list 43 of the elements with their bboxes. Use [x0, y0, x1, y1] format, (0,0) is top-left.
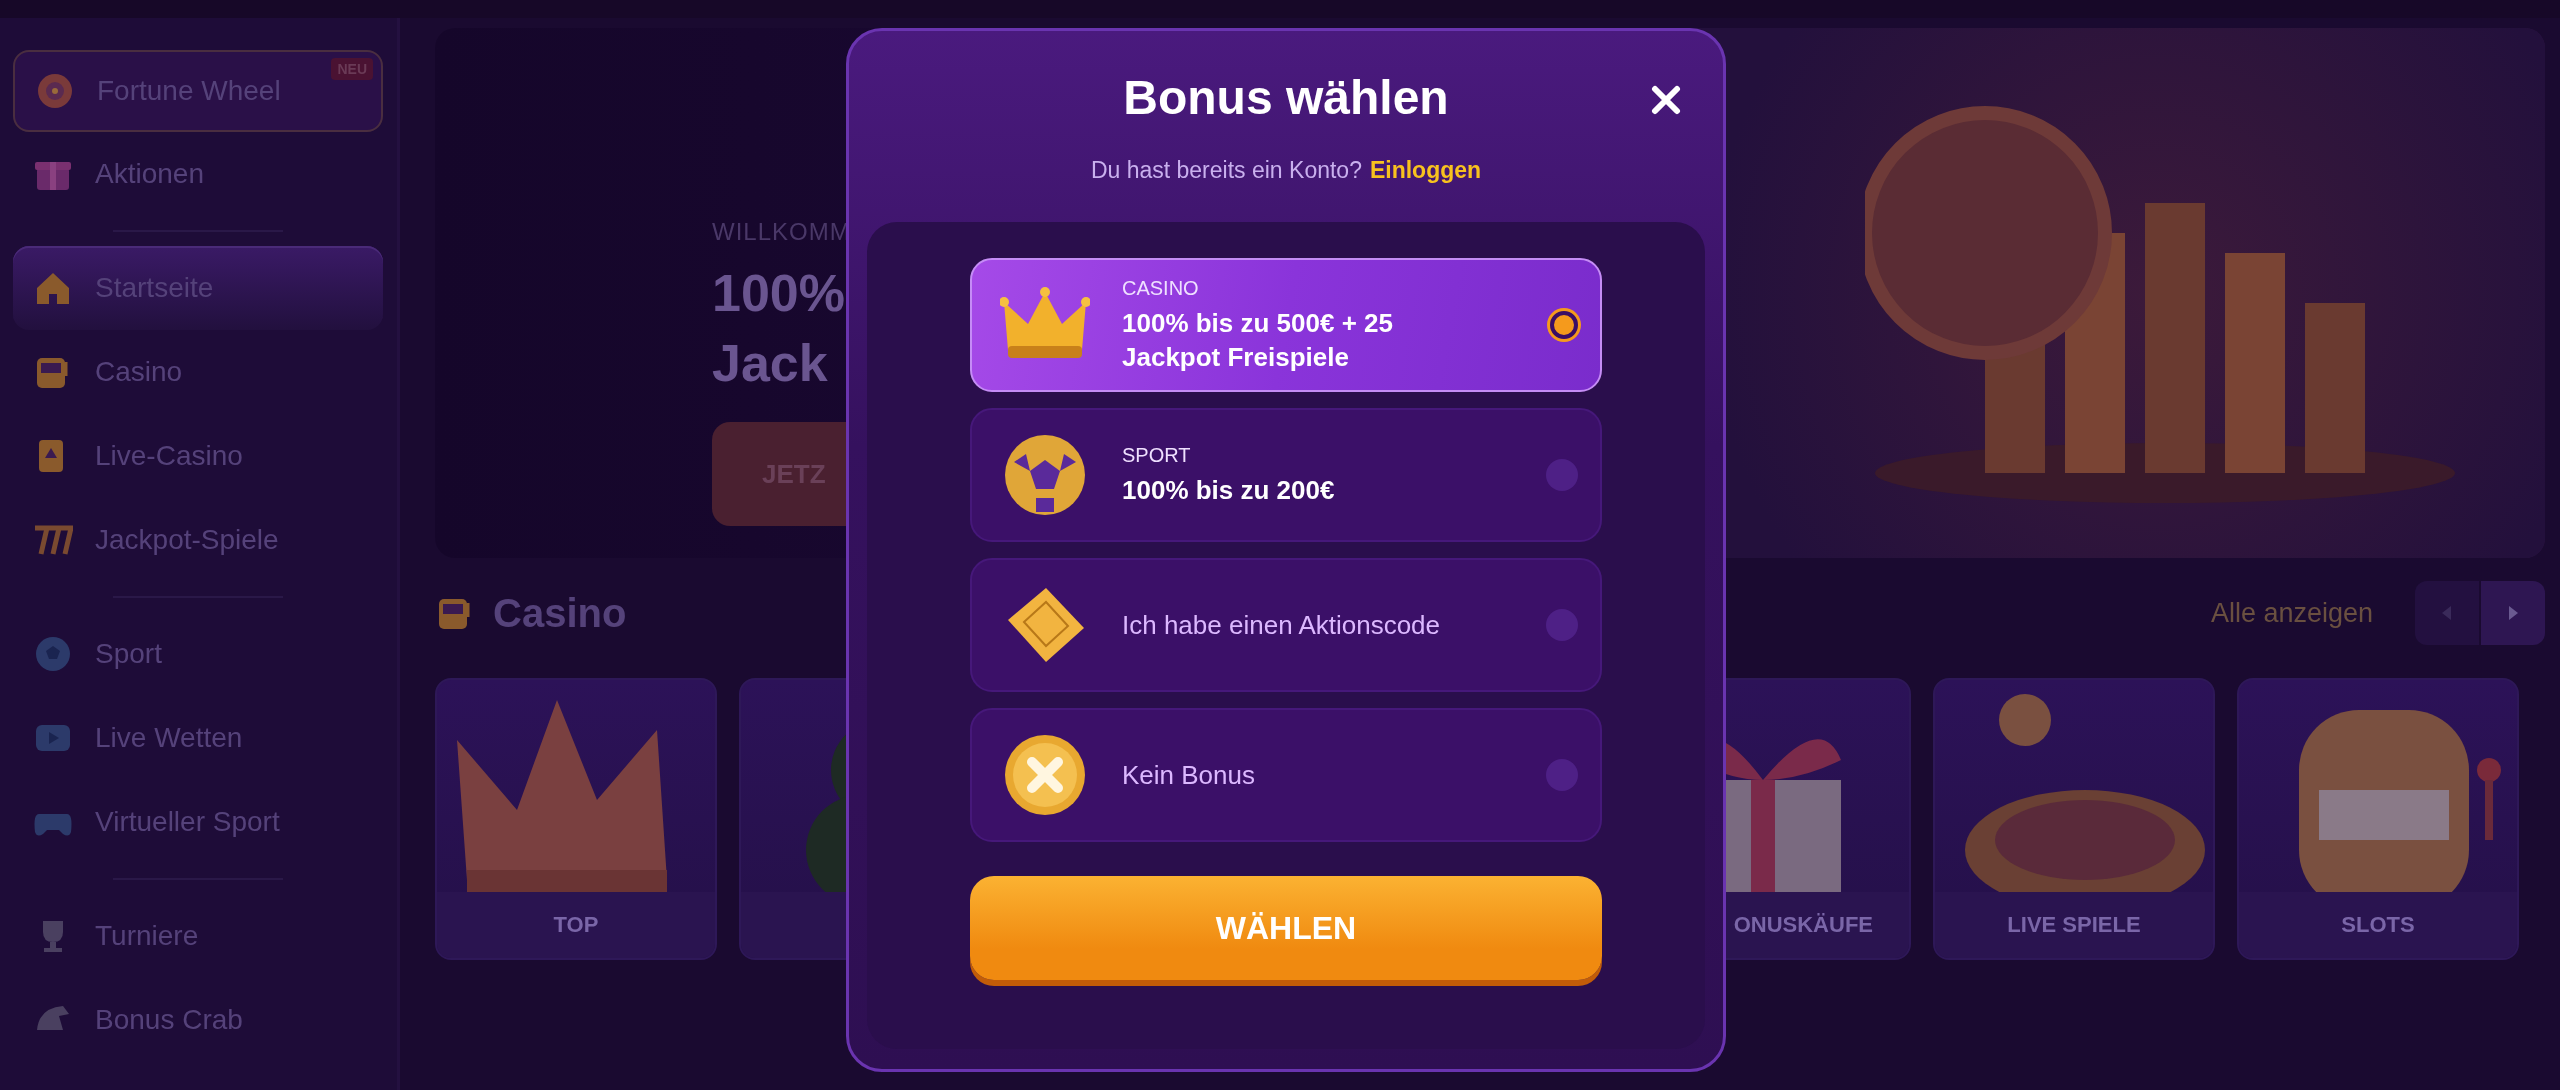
dialog-title: Bonus wählen [1123, 70, 1449, 126]
sidebar-item[interactable]: Casino [13, 330, 383, 414]
option-category: SPORT [1122, 443, 1192, 467]
sidebar-item[interactable]: Virtueller Sport [13, 780, 383, 864]
option-label: 100% bis zu 500€ + 25 Jackpot Freispiele [1122, 306, 1394, 374]
game-card[interactable]: SLOTS [2237, 678, 2519, 960]
show-all-link[interactable]: Alle anzeigen [2210, 597, 2373, 629]
hero-eyebrow: WILLKOMM [712, 218, 851, 246]
close-button[interactable] [1649, 83, 1683, 117]
radio-button[interactable] [1546, 609, 1578, 641]
hero-headline: 100% [712, 263, 845, 324]
ball-icon [33, 634, 73, 674]
radio-button[interactable] [1550, 311, 1578, 339]
sidebar-item[interactable]: Turniere [13, 894, 383, 978]
option-label: 100% bis zu 200€ [1122, 473, 1336, 507]
bonus-option[interactable]: Ich habe einen Aktionscode [970, 558, 1602, 692]
next-button[interactable] [2481, 581, 2545, 645]
game-card[interactable]: TOP [435, 678, 717, 960]
card-label: TOP [553, 912, 599, 938]
bonus-option[interactable]: SPORT 100% bis zu 200€ [970, 408, 1602, 542]
close-icon [1651, 85, 1681, 115]
option-label: Ich habe einen Aktionscode [1122, 609, 1442, 642]
wheel-icon [35, 71, 75, 111]
game-card[interactable]: LIVE SPIELE [1933, 678, 2215, 960]
hero-headline: Jack [712, 333, 828, 394]
option-label: Kein Bonus [1122, 759, 1256, 792]
sidebar-item[interactable]: Sport [13, 612, 383, 696]
sidebar-item[interactable]: Jackpot-Spiele [13, 498, 383, 582]
option-category: CASINO [1122, 276, 1200, 300]
radio-button[interactable] [1546, 459, 1578, 491]
sidebar-item[interactable]: Live-Casino [13, 414, 383, 498]
bonus-option[interactable]: CASINO 100% bis zu 500€ + 25 Jackpot Freispiele [970, 258, 1602, 392]
sidebar-item[interactable]: Bonus Crab [13, 978, 383, 1062]
card-label: SLOTS [2341, 912, 2415, 938]
sidebar-item[interactable]: Aktionen [13, 132, 383, 216]
login-link[interactable]: Einloggen [1369, 157, 1482, 184]
bonus-option[interactable]: Kein Bonus [970, 708, 1602, 842]
card-label: LIVE SPIELE [2007, 912, 2141, 938]
account-prompt: Du hast bereits ein Konto? [1090, 157, 1362, 184]
sidebar-item[interactable]: Live Wetten [13, 696, 383, 780]
radio-button[interactable] [1546, 759, 1578, 791]
section-title: Casino [493, 590, 627, 636]
card-label: ONUSKÄUFE [1733, 912, 1873, 938]
